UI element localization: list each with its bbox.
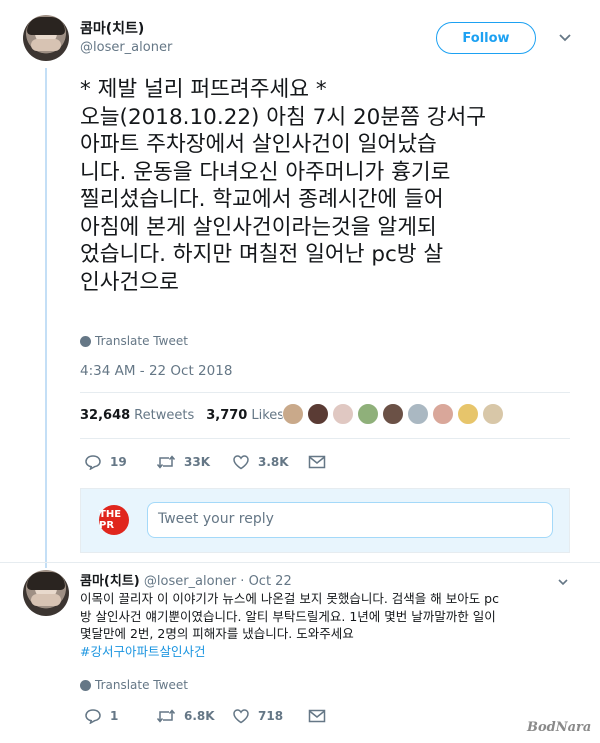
- reply-composer: THE PR Tweet your reply: [80, 488, 570, 553]
- likes-label[interactable]: Likes: [251, 408, 284, 423]
- tweet-text-line: 아파트 주차장에서 살인사건이 일어났습: [80, 132, 437, 157]
- liker-avatar[interactable]: [432, 403, 454, 425]
- user-avatar[interactable]: THE PR: [99, 505, 129, 535]
- reply-icon: [85, 455, 101, 470]
- reply-input[interactable]: Tweet your reply: [147, 502, 553, 538]
- like-count[interactable]: 3,770: [206, 408, 247, 423]
- chevron-down-icon[interactable]: [556, 28, 574, 46]
- liker-avatar[interactable]: [382, 403, 404, 425]
- tweet-text-line: 아침에 본게 살인사건이라는것을 알게되: [80, 214, 437, 240]
- envelope-icon: [308, 709, 326, 723]
- follow-button[interactable]: Follow: [436, 22, 536, 54]
- thread-connector-line: [45, 68, 47, 568]
- like-action-count: 718: [258, 709, 284, 723]
- like-action[interactable]: 3.8K: [232, 454, 308, 470]
- liker-avatar[interactable]: [332, 403, 354, 425]
- reply-avatar[interactable]: [23, 570, 69, 616]
- liker-avatar[interactable]: [457, 403, 479, 425]
- liker-avatar[interactable]: [307, 403, 329, 425]
- retweet-action-count: 6.8K: [184, 709, 215, 723]
- liker-avatar[interactable]: [282, 403, 304, 425]
- tweet-text-line: 인사건으로: [80, 269, 179, 295]
- reply-text-line: 방 살인사건 얘기뿐이였습니다. 알티 부탁드릴게요. 1년에 몇번 날까말까한…: [80, 608, 496, 624]
- globe-icon: [80, 679, 91, 691]
- liker-avatar[interactable]: [357, 403, 379, 425]
- like-action-count: 3.8K: [258, 455, 289, 469]
- reply-text-line: 몇달만에 2번, 2명의 피해자를 냈습니다. 도와주세요: [80, 626, 354, 641]
- tweet-actions: 19 33K 3.8K: [84, 454, 326, 470]
- retweet-count[interactable]: 32,648: [80, 408, 130, 423]
- tweet-text-line: * 제발 널리 퍼뜨려주세요 *: [80, 77, 327, 102]
- engagement-stats: 32,648 Retweets 3,770 Likes: [80, 408, 284, 423]
- tweet-text-line: 니다. 운동을 다녀오신 아주머니가 흉기로: [80, 159, 451, 185]
- reply-count: 1: [110, 709, 119, 723]
- liker-avatar[interactable]: [482, 403, 504, 425]
- retweet-action[interactable]: 6.8K: [156, 708, 232, 724]
- reply-icon: [85, 709, 101, 724]
- reply-count: 19: [110, 455, 127, 469]
- heart-icon: [233, 455, 249, 470]
- reply-text-line: 이목이 끌리자 이 이야기가 뉴스에 나온걸 보지 못했습니다. 검색을 해 보…: [80, 591, 499, 606]
- heart-icon: [233, 709, 249, 724]
- reply-actions: 1 6.8K 718: [84, 708, 326, 724]
- tweet-text-line: 찔리셨습니다. 학교에서 종례시간에 들어: [80, 187, 444, 212]
- retweet-icon: [156, 455, 176, 469]
- retweets-label[interactable]: Retweets: [134, 408, 194, 423]
- message-action[interactable]: [308, 455, 326, 469]
- author-name[interactable]: 콤마(치트): [80, 18, 144, 38]
- translate-tweet-link[interactable]: Translate Tweet: [80, 334, 188, 348]
- tweet-text-line: 오늘(2018.10.22) 아침 7시 20분쯤 강서구: [80, 104, 487, 130]
- tweet-text: * 제발 널리 퍼뜨려주세요 * 오늘(2018.10.22) 아침 7시 20…: [80, 76, 580, 296]
- tweet-timestamp[interactable]: 4:34 AM - 22 Oct 2018: [80, 363, 232, 379]
- retweet-action[interactable]: 33K: [156, 454, 232, 470]
- liker-avatars: [282, 403, 504, 425]
- divider: [80, 438, 570, 439]
- liker-avatar[interactable]: [407, 403, 429, 425]
- reply-action[interactable]: 19: [84, 454, 156, 470]
- retweet-action-count: 33K: [184, 455, 210, 469]
- reply-header: 콤마(치트) @loser_aloner · Oct 22: [80, 570, 292, 589]
- reply-action[interactable]: 1: [84, 708, 156, 724]
- like-action[interactable]: 718: [232, 708, 308, 724]
- reply-translate-link[interactable]: Translate Tweet: [80, 678, 188, 692]
- hashtag-link[interactable]: #강서구아파트살인사건: [80, 643, 575, 661]
- chevron-down-icon[interactable]: [556, 575, 570, 589]
- translate-tweet-label: Translate Tweet: [95, 678, 188, 692]
- tweet-text-line: 었습니다. 하지만 며칠전 일어난 pc방 살: [80, 242, 444, 267]
- author-handle[interactable]: @loser_aloner: [80, 40, 172, 55]
- reply-meta[interactable]: @loser_aloner · Oct 22: [144, 574, 292, 589]
- retweet-icon: [156, 709, 176, 723]
- avatar[interactable]: [23, 15, 69, 61]
- reply-author-name[interactable]: 콤마(치트): [80, 574, 140, 589]
- divider: [80, 392, 570, 393]
- envelope-icon: [308, 455, 326, 469]
- message-action[interactable]: [308, 709, 326, 723]
- globe-icon: [80, 335, 91, 347]
- watermark: BodNara: [527, 720, 592, 735]
- divider: [0, 562, 600, 563]
- reply-text: 이목이 끌리자 이 이야기가 뉴스에 나온걸 보지 못했습니다. 검색을 해 보…: [80, 590, 575, 660]
- translate-tweet-label: Translate Tweet: [95, 334, 188, 348]
